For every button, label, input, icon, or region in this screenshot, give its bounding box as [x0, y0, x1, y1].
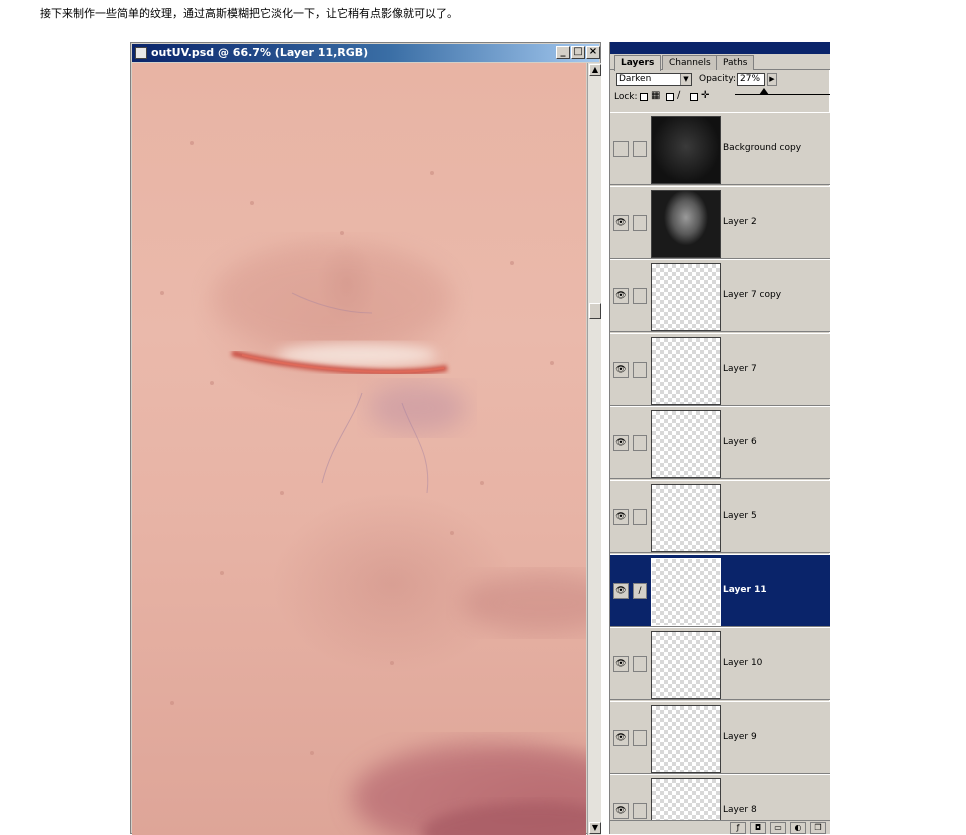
- eye-icon[interactable]: 👁: [613, 803, 629, 819]
- eye-icon[interactable]: 👁: [613, 141, 629, 157]
- brush-icon: ∕: [677, 90, 681, 101]
- link-toggle[interactable]: [633, 362, 647, 378]
- scroll-down-arrow-icon[interactable]: ▼: [589, 822, 601, 834]
- layer-thumbnail: [651, 116, 721, 184]
- layer-row[interactable]: 👁 Layer 5: [610, 480, 830, 553]
- layer-thumbnail: [651, 484, 721, 552]
- adjustment-layer-icon[interactable]: ◐: [790, 822, 806, 834]
- layer-row[interactable]: 👁 Layer 7 copy: [610, 259, 830, 332]
- article-caption: 接下来制作一些简单的纹理，通过高斯模糊把它淡化一下，让它稍有点影像就可以了。: [40, 7, 458, 20]
- layer-row[interactable]: 👁 Layer 9: [610, 701, 830, 774]
- opacity-slider[interactable]: [735, 88, 830, 102]
- lock-image-checkbox[interactable]: [666, 93, 674, 101]
- tab-paths[interactable]: Paths: [716, 55, 755, 70]
- image-canvas[interactable]: [132, 63, 586, 835]
- new-layer-icon[interactable]: ❐: [810, 822, 826, 834]
- link-toggle[interactable]: [633, 803, 647, 819]
- slider-knob[interactable]: [759, 88, 769, 95]
- layer-thumbnail: [651, 410, 721, 478]
- layer-thumbnail: [651, 558, 721, 626]
- eye-icon[interactable]: 👁: [613, 509, 629, 525]
- layer-row[interactable]: 👁 Layer 6: [610, 406, 830, 479]
- link-toggle[interactable]: [633, 141, 647, 157]
- palette-tabs: Layers Channels Paths: [610, 54, 830, 71]
- link-toggle[interactable]: [633, 288, 647, 304]
- layer-style-icon[interactable]: ƒ: [730, 822, 746, 834]
- transparency-icon: ▦: [651, 90, 661, 101]
- photoshop-doc-icon: [135, 47, 147, 59]
- layer-row[interactable]: 👁 Layer 7: [610, 333, 830, 406]
- layer-name: Layer 2: [723, 217, 757, 227]
- opacity-label: Opacity:: [699, 74, 736, 84]
- blend-mode-value: Darken: [619, 74, 652, 84]
- layer-name: Background copy: [723, 143, 802, 153]
- layer-row[interactable]: 👁 Layer 8: [610, 774, 830, 820]
- lock-row: Lock: ▦ ∕ ✛: [610, 90, 735, 104]
- skin-texture-image: [160, 141, 586, 835]
- layer-thumbnail: [651, 705, 721, 773]
- opacity-arrow-icon[interactable]: ▶: [767, 73, 777, 86]
- document-titlebar[interactable]: outUV.psd @ 66.7% (Layer 11,RGB) _ □ ×: [132, 44, 600, 62]
- vertical-scrollbar[interactable]: ▲ ▼: [587, 63, 601, 835]
- scroll-up-arrow-icon[interactable]: ▲: [589, 64, 601, 76]
- eye-icon[interactable]: 👁: [613, 730, 629, 746]
- link-toggle[interactable]: [633, 435, 647, 451]
- layer-name: Layer 8: [723, 805, 757, 815]
- blend-mode-select[interactable]: Darken ▼: [616, 73, 692, 86]
- tab-channels[interactable]: Channels: [662, 55, 718, 70]
- close-button[interactable]: ×: [586, 46, 600, 59]
- document-window: outUV.psd @ 66.7% (Layer 11,RGB) _ □ × ▲…: [130, 42, 601, 835]
- layers-palette: Layers Channels Paths Darken ▼ Opacity: …: [609, 42, 830, 834]
- palette-titlebar[interactable]: [610, 42, 830, 54]
- layer-thumbnail: [651, 263, 721, 331]
- chevron-down-icon[interactable]: ▼: [680, 74, 691, 85]
- layer-name: Layer 6: [723, 437, 757, 447]
- link-toggle[interactable]: [633, 215, 647, 231]
- eye-icon[interactable]: 👁: [613, 362, 629, 378]
- slider-track: [735, 94, 830, 95]
- minimize-button[interactable]: _: [556, 46, 570, 59]
- layer-thumbnail: [651, 190, 721, 258]
- layer-name: Layer 11: [723, 585, 767, 595]
- layer-row[interactable]: 👁 ∕ Layer 11: [610, 554, 830, 627]
- move-icon: ✛: [701, 90, 710, 101]
- eye-icon[interactable]: 👁: [613, 656, 629, 672]
- eye-icon[interactable]: 👁: [613, 215, 629, 231]
- opacity-input[interactable]: 27%: [737, 73, 765, 86]
- new-set-icon[interactable]: ▭: [770, 822, 786, 834]
- document-title: outUV.psd @ 66.7% (Layer 11,RGB): [151, 46, 369, 59]
- layer-thumbnail: [651, 337, 721, 405]
- layer-row[interactable]: 👁 Background copy: [610, 112, 830, 185]
- eye-icon[interactable]: 👁: [613, 288, 629, 304]
- palette-footer: ƒ ◘ ▭ ◐ ❐: [610, 820, 830, 834]
- layer-list: 👁 Background copy 👁 Layer 2 👁 Layer 7 copy 👁 La…: [610, 112, 830, 820]
- link-toggle[interactable]: [633, 509, 647, 525]
- layer-row[interactable]: 👁 Layer 2: [610, 186, 830, 259]
- brush-icon[interactable]: ∕: [633, 583, 647, 599]
- lock-label: Lock:: [614, 92, 638, 102]
- blend-opacity-row: Darken ▼ Opacity: 27% ▶: [610, 72, 830, 88]
- scrollbar-thumb[interactable]: [589, 303, 601, 319]
- lock-transparency-checkbox[interactable]: [640, 93, 648, 101]
- lock-position-checkbox[interactable]: [690, 93, 698, 101]
- layer-name: Layer 9: [723, 732, 757, 742]
- link-toggle[interactable]: [633, 656, 647, 672]
- add-mask-icon[interactable]: ◘: [750, 822, 766, 834]
- layer-name: Layer 7: [723, 364, 757, 374]
- maximize-button[interactable]: □: [571, 46, 585, 59]
- layer-name: Layer 5: [723, 511, 757, 521]
- layer-row[interactable]: 👁 Layer 10: [610, 627, 830, 700]
- eye-icon[interactable]: 👁: [613, 583, 629, 599]
- eye-icon[interactable]: 👁: [613, 435, 629, 451]
- layer-name: Layer 7 copy: [723, 290, 782, 300]
- layer-thumbnail: [651, 778, 721, 820]
- tab-layers[interactable]: Layers: [614, 55, 662, 71]
- layer-thumbnail: [651, 631, 721, 699]
- link-toggle[interactable]: [633, 730, 647, 746]
- layer-name: Layer 10: [723, 658, 763, 668]
